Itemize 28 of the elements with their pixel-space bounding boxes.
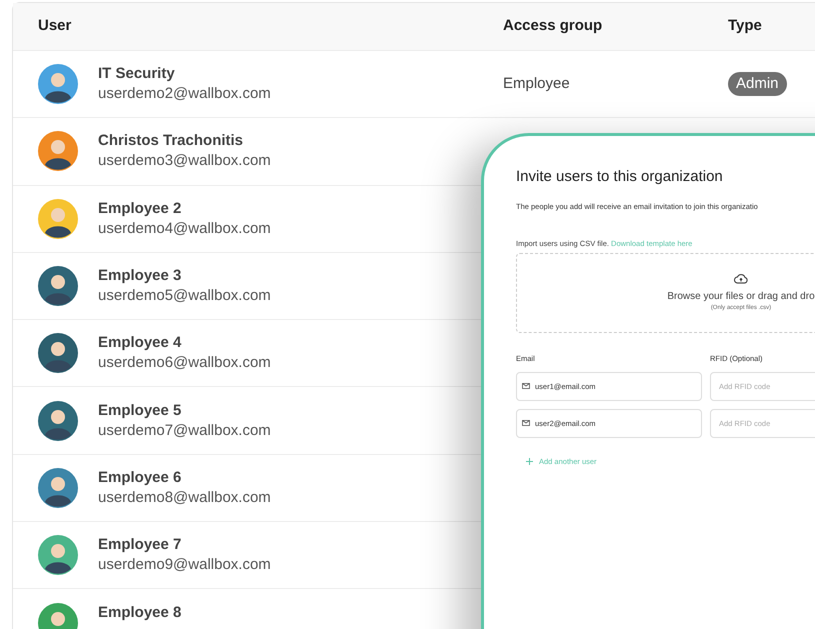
user-name: Employee 3 <box>98 266 182 286</box>
dialog-title: Invite users to this organization <box>516 167 724 187</box>
user-name: Christos Trachonitis <box>98 131 244 150</box>
user-email: userdemo9@wallbox.com <box>98 555 271 576</box>
column-header: Type <box>728 16 762 36</box>
column-header: Access group <box>503 16 604 36</box>
user-name: Employee 6 <box>98 468 182 487</box>
mail-icon <box>522 383 530 390</box>
cloud-upload-icon <box>734 273 748 284</box>
user-email: userdemo7@wallbox.com <box>98 420 271 441</box>
access-group: Employee <box>503 75 570 92</box>
dropzone-text: Browse your files or drag and dro <box>667 290 815 304</box>
user-email: userdemo3@wallbox.com <box>98 151 271 172</box>
user-name: IT Security <box>98 64 176 84</box>
user-name: Employee 5 <box>98 400 182 420</box>
user-email: userdemo4@wallbox.com <box>98 218 271 239</box>
user-name: Employee 8 <box>98 602 182 622</box>
mail-icon <box>522 420 530 426</box>
user-name: Employee 7 <box>98 535 182 554</box>
plus-icon <box>526 458 533 466</box>
user-email: userdemo5@wallbox.com <box>98 286 271 306</box>
user-email: userdemo6@wallbox.com <box>98 353 271 374</box>
user-email: userdemo8@wallbox.com <box>98 488 271 508</box>
user-name: Employee 4 <box>98 333 182 352</box>
column-header: User <box>38 16 72 36</box>
user-name: Employee 2 <box>98 198 182 218</box>
user-email: userdemo2@wallbox.com <box>98 84 271 104</box>
type-badge: Admin <box>728 72 787 96</box>
